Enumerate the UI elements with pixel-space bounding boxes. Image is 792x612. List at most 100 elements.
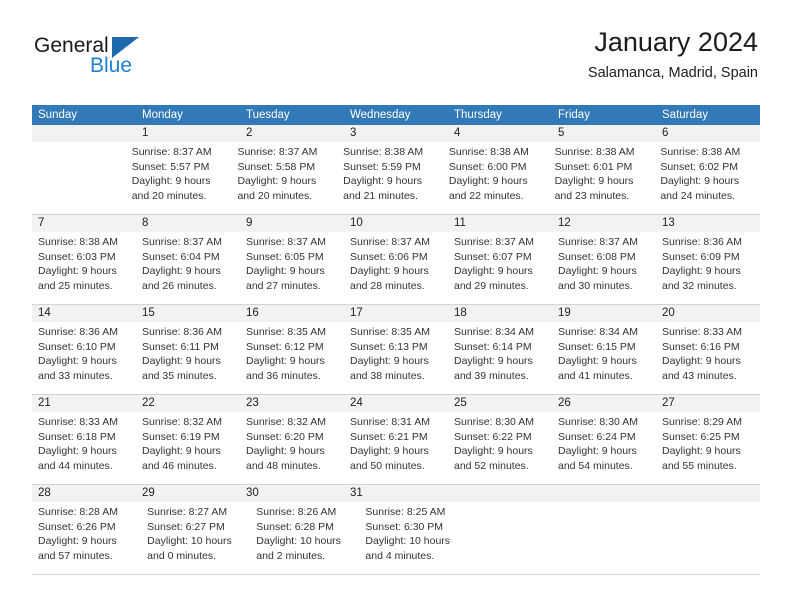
day-number-14[interactable]: 14 [32, 305, 136, 322]
day-number-5[interactable]: 5 [552, 125, 656, 142]
day-cell-7[interactable]: Sunrise: 8:38 AM Sunset: 6:03 PM Daylight:… [32, 232, 136, 304]
day-cell-20[interactable]: Sunrise: 8:33 AM Sunset: 6:16 PM Daylight:… [656, 322, 760, 394]
sunset-text: Sunset: 6:16 PM [662, 340, 740, 353]
day-number-3[interactable]: 3 [344, 125, 448, 142]
day-cell-12[interactable]: Sunrise: 8:37 AM Sunset: 6:08 PM Daylight:… [552, 232, 656, 304]
weekday-header-wednesday: Wednesday [350, 109, 411, 121]
daylight-text: Daylight: 9 hours and 27 minutes. [246, 265, 325, 292]
daylight-text: Daylight: 9 hours and 22 minutes. [448, 175, 528, 202]
day-number-1[interactable]: 1 [136, 125, 240, 142]
sunrise-text: Sunrise: 8:37 AM [142, 236, 222, 248]
day-cell-28[interactable]: Sunrise: 8:28 AM Sunset: 6:26 PM Daylight:… [32, 502, 141, 574]
sunset-text: Sunset: 6:25 PM [662, 430, 740, 443]
day-cell-21[interactable]: Sunrise: 8:33 AM Sunset: 6:18 PM Daylight:… [32, 412, 136, 484]
day-number-6[interactable]: 6 [656, 125, 760, 142]
day-cell-9[interactable]: Sunrise: 8:37 AM Sunset: 6:05 PM Daylight:… [240, 232, 344, 304]
day-number-7[interactable]: 7 [32, 215, 136, 232]
day-cell-30[interactable]: Sunrise: 8:26 AM Sunset: 6:28 PM Daylight:… [250, 502, 359, 574]
sunrise-text: Sunrise: 8:33 AM [662, 326, 742, 338]
day-number-17[interactable]: 17 [344, 305, 448, 322]
sunset-text: Sunset: 6:09 PM [662, 250, 740, 263]
day-number-4[interactable]: 4 [448, 125, 552, 142]
day-cell-16[interactable]: Sunrise: 8:35 AM Sunset: 6:12 PM Daylight:… [240, 322, 344, 394]
day-number-22[interactable]: 22 [136, 395, 240, 412]
day-cell-26[interactable]: Sunrise: 8:30 AM Sunset: 6:24 PM Daylight:… [552, 412, 656, 484]
day-number-24[interactable]: 24 [344, 395, 448, 412]
day-number-empty [448, 485, 552, 502]
day-cell-17[interactable]: Sunrise: 8:35 AM Sunset: 6:13 PM Daylight:… [344, 322, 448, 394]
day-number-11[interactable]: 11 [448, 215, 552, 232]
sunrise-text: Sunrise: 8:37 AM [454, 236, 534, 248]
day-cell-5[interactable]: Sunrise: 8:38 AM Sunset: 6:01 PM Daylight:… [549, 142, 655, 214]
day-number-26[interactable]: 26 [552, 395, 656, 412]
day-cell-27[interactable]: Sunrise: 8:29 AM Sunset: 6:25 PM Daylight:… [656, 412, 760, 484]
day-cell-13[interactable]: Sunrise: 8:36 AM Sunset: 6:09 PM Daylight:… [656, 232, 760, 304]
day-number-29[interactable]: 29 [136, 485, 240, 502]
day-cell-18[interactable]: Sunrise: 8:34 AM Sunset: 6:14 PM Daylight:… [448, 322, 552, 394]
calendar-week-row: 7 8 9 10 11 12 13 Sunrise: 8:38 AM Sunset: 6:03 … [32, 215, 760, 305]
sunrise-text: Sunrise: 8:38 AM [38, 236, 118, 248]
day-cell-23[interactable]: Sunrise: 8:32 AM Sunset: 6:20 PM Daylight:… [240, 412, 344, 484]
day-cell-8[interactable]: Sunrise: 8:37 AM Sunset: 6:04 PM Daylight:… [136, 232, 240, 304]
sunrise-text: Sunrise: 8:37 AM [246, 236, 326, 248]
day-cell-3[interactable]: Sunrise: 8:38 AM Sunset: 5:59 PM Daylight:… [337, 142, 443, 214]
day-number-2[interactable]: 2 [240, 125, 344, 142]
day-number-8[interactable]: 8 [136, 215, 240, 232]
day-number-31[interactable]: 31 [344, 485, 448, 502]
day-number-28[interactable]: 28 [32, 485, 136, 502]
calendar-week-row: 14 15 16 17 18 19 20 Sunrise: 8:36 AM Sunset: 6:… [32, 305, 760, 395]
daylight-text: Daylight: 9 hours and 48 minutes. [246, 445, 325, 472]
day-cell-14[interactable]: Sunrise: 8:36 AM Sunset: 6:10 PM Daylight:… [32, 322, 136, 394]
daylight-text: Daylight: 9 hours and 39 minutes. [454, 355, 533, 382]
daylight-text: Daylight: 9 hours and 23 minutes. [554, 175, 634, 202]
day-number-19[interactable]: 19 [552, 305, 656, 322]
day-cell-22[interactable]: Sunrise: 8:32 AM Sunset: 6:19 PM Daylight:… [136, 412, 240, 484]
daylight-text: Daylight: 9 hours and 35 minutes. [142, 355, 221, 382]
sunrise-text: Sunrise: 8:32 AM [142, 416, 222, 428]
sunrise-text: Sunrise: 8:38 AM [448, 146, 529, 158]
daylight-text: Daylight: 9 hours and 36 minutes. [246, 355, 325, 382]
day-number-27[interactable]: 27 [656, 395, 760, 412]
weekday-header-friday: Friday [558, 109, 590, 121]
day-cell-1[interactable]: Sunrise: 8:37 AM Sunset: 5:57 PM Daylight:… [126, 142, 232, 214]
daylight-text: Daylight: 9 hours and 50 minutes. [350, 445, 429, 472]
day-number-25[interactable]: 25 [448, 395, 552, 412]
day-number-10[interactable]: 10 [344, 215, 448, 232]
daylight-text: Daylight: 9 hours and 30 minutes. [558, 265, 637, 292]
day-number-20[interactable]: 20 [656, 305, 760, 322]
day-cell-4[interactable]: Sunrise: 8:38 AM Sunset: 6:00 PM Daylight:… [443, 142, 549, 214]
day-cell-15[interactable]: Sunrise: 8:36 AM Sunset: 6:11 PM Daylight:… [136, 322, 240, 394]
day-cell-31[interactable]: Sunrise: 8:25 AM Sunset: 6:30 PM Daylight:… [359, 502, 468, 574]
sunset-text: Sunset: 6:19 PM [142, 430, 220, 443]
sunrise-text: Sunrise: 8:34 AM [558, 326, 638, 338]
day-cell-11[interactable]: Sunrise: 8:37 AM Sunset: 6:07 PM Daylight:… [448, 232, 552, 304]
day-number-30[interactable]: 30 [240, 485, 344, 502]
day-number-15[interactable]: 15 [136, 305, 240, 322]
sunrise-text: Sunrise: 8:32 AM [246, 416, 326, 428]
day-cell-6[interactable]: Sunrise: 8:38 AM Sunset: 6:02 PM Daylight:… [654, 142, 760, 214]
day-number-23[interactable]: 23 [240, 395, 344, 412]
day-cell-25[interactable]: Sunrise: 8:30 AM Sunset: 6:22 PM Daylight:… [448, 412, 552, 484]
weekday-header-saturday: Saturday [662, 109, 709, 121]
day-number-9[interactable]: 9 [240, 215, 344, 232]
day-cell-10[interactable]: Sunrise: 8:37 AM Sunset: 6:06 PM Daylight:… [344, 232, 448, 304]
daylight-text: Daylight: 9 hours and 57 minutes. [38, 535, 117, 562]
day-cell-24[interactable]: Sunrise: 8:31 AM Sunset: 6:21 PM Daylight:… [344, 412, 448, 484]
sunrise-text: Sunrise: 8:31 AM [350, 416, 430, 428]
day-number-16[interactable]: 16 [240, 305, 344, 322]
day-number-18[interactable]: 18 [448, 305, 552, 322]
brand-logo[interactable]: General Blue [34, 34, 234, 90]
sunset-text: Sunset: 6:02 PM [660, 160, 738, 173]
sunset-text: Sunset: 6:15 PM [558, 340, 636, 353]
day-number-13[interactable]: 13 [656, 215, 760, 232]
day-cell-29[interactable]: Sunrise: 8:27 AM Sunset: 6:27 PM Daylight:… [141, 502, 250, 574]
day-number-21[interactable]: 21 [32, 395, 136, 412]
sunset-text: Sunset: 6:20 PM [246, 430, 324, 443]
day-number-12[interactable]: 12 [552, 215, 656, 232]
day-cell-empty [32, 142, 126, 214]
sunrise-text: Sunrise: 8:27 AM [147, 506, 228, 518]
day-cell-19[interactable]: Sunrise: 8:34 AM Sunset: 6:15 PM Daylight:… [552, 322, 656, 394]
sunset-text: Sunset: 5:57 PM [131, 160, 210, 173]
day-cell-2[interactable]: Sunrise: 8:37 AM Sunset: 5:58 PM Daylight:… [231, 142, 337, 214]
sunrise-text: Sunrise: 8:35 AM [246, 326, 326, 338]
